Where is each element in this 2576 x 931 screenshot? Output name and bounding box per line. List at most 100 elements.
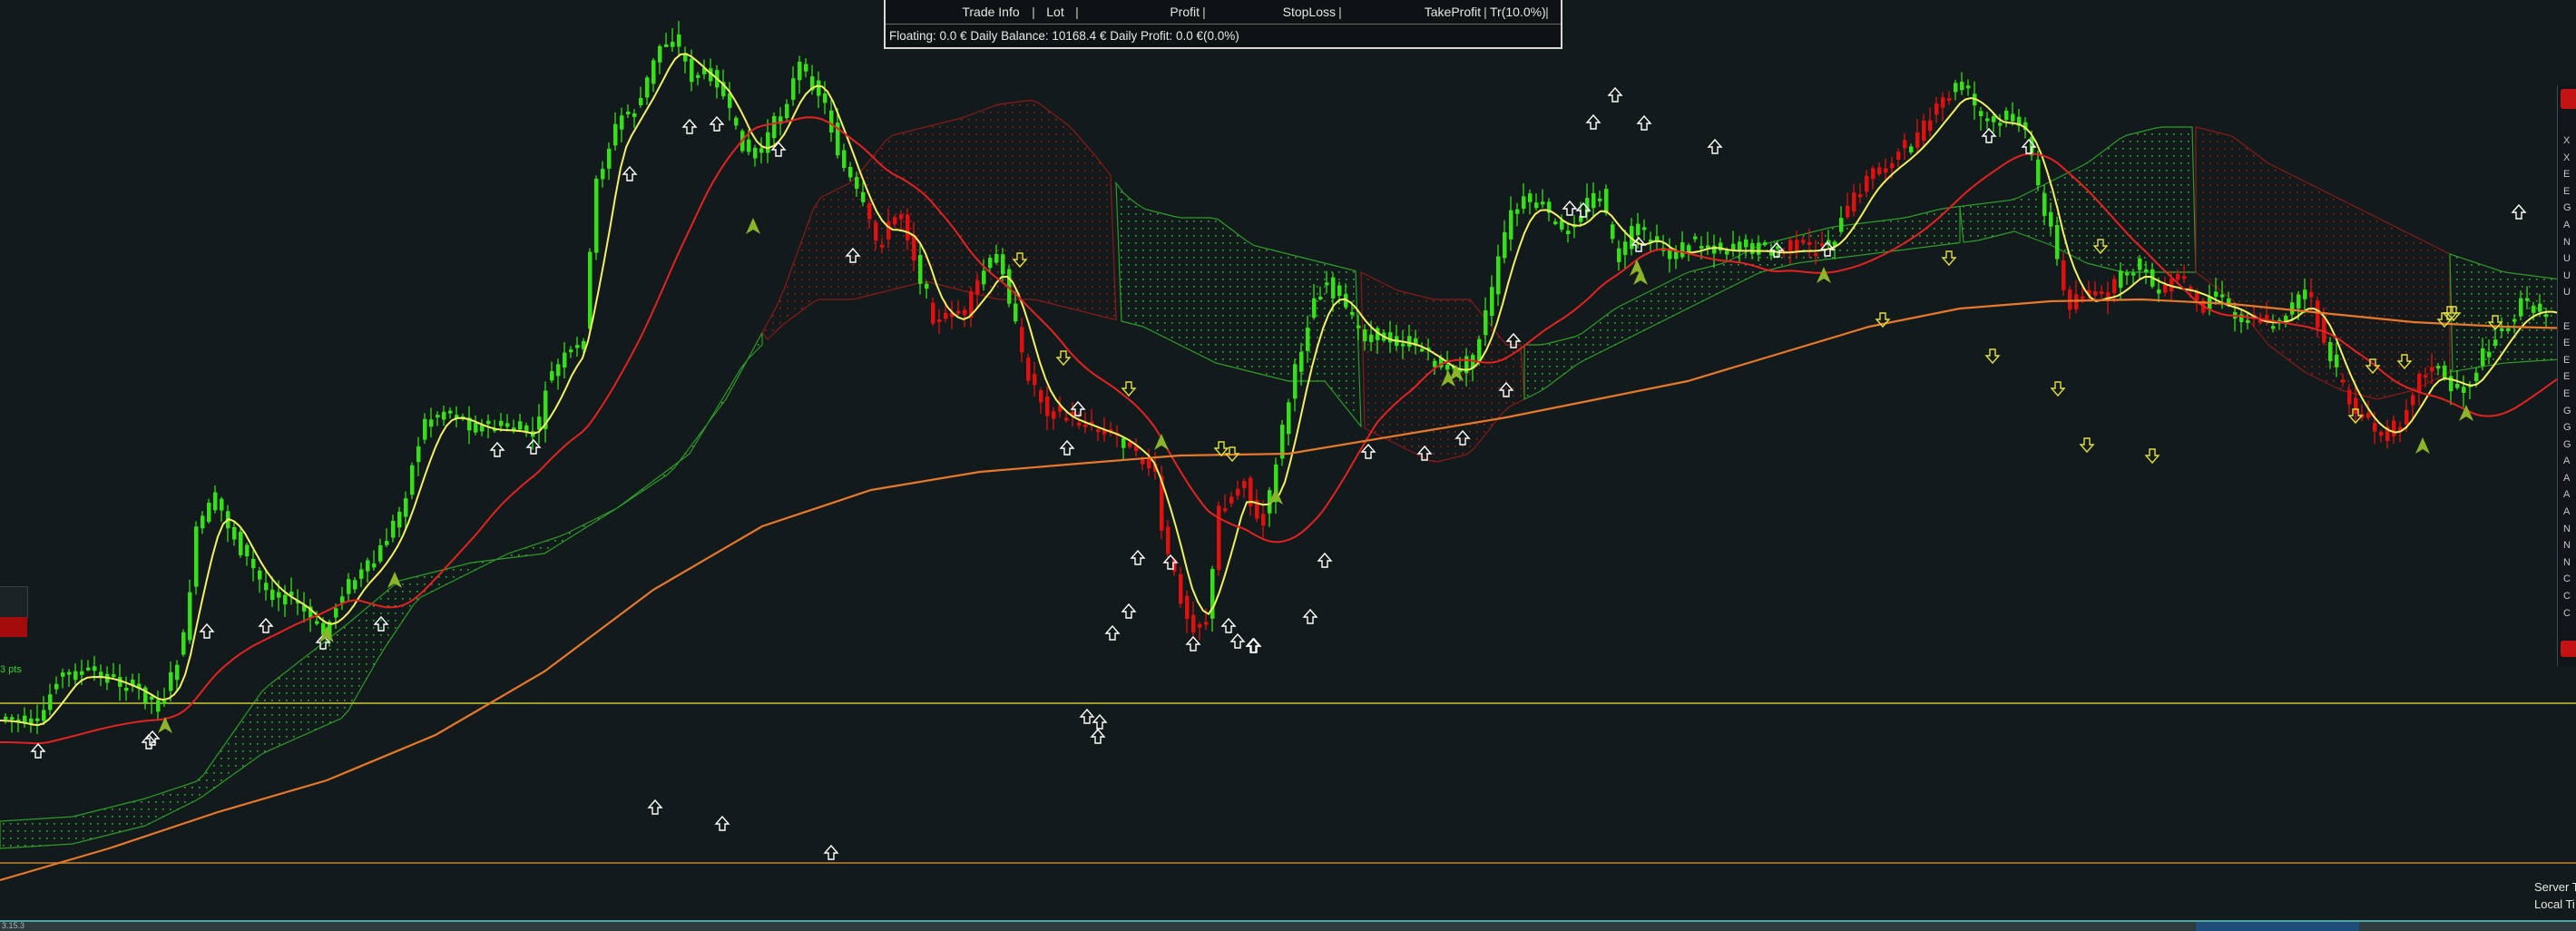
right-symbol-panel[interactable]: X X E E G A N U U U E E E E E G G G A A … [2557, 85, 2576, 666]
buy-arrow-icon [647, 799, 663, 815]
bear-candle [1020, 327, 1024, 353]
bear-candle [1083, 424, 1088, 427]
bull-candle [1725, 250, 1729, 255]
bear-candle [1223, 508, 1228, 512]
bull-candle [1604, 189, 1609, 213]
takeprofit-label: TakeProfit [1424, 5, 1481, 19]
bull-candle [334, 608, 338, 618]
bull-candle [1420, 348, 1425, 352]
bull-candle [2297, 294, 2301, 309]
bull-candle [1509, 210, 1513, 240]
bull-candle [1293, 364, 1298, 399]
bear-candle [1941, 97, 1945, 108]
account-status-row: Floating: 0.0 € Daily Balance: 10168.4 €… [886, 24, 1561, 48]
bear-candle [956, 310, 961, 314]
bear-candle [963, 309, 967, 316]
bull-candle [93, 666, 97, 671]
scrollbar-thumb[interactable] [2196, 922, 2359, 931]
bear-candle [2347, 389, 2352, 405]
bear-candle [944, 312, 948, 319]
bull-candle [1490, 287, 1494, 317]
bull-candle [2011, 113, 2015, 122]
bull-candle [436, 415, 440, 418]
bull-candle [239, 532, 243, 555]
buy-arrow-icon [1607, 86, 1623, 103]
bear-candle [2081, 296, 2085, 299]
bear-candle [1204, 622, 1209, 625]
bull-candle [2443, 365, 2447, 378]
bear-candle [1026, 358, 1031, 381]
bull-candle [2303, 289, 2307, 299]
bull-candle [61, 672, 65, 677]
bear-candle [1858, 194, 1863, 198]
profit-label: Profit [1170, 5, 1200, 19]
bull-candle [2519, 298, 2523, 317]
bear-candle [1261, 514, 1266, 526]
bull-candle [2474, 372, 2479, 382]
bull-candle [2214, 291, 2218, 297]
panel-toggle-button[interactable] [2561, 89, 2576, 109]
separator: | [1484, 5, 1487, 19]
bull-candle [1636, 223, 1641, 236]
left-panel-button[interactable] [0, 586, 28, 619]
bear-candle [2379, 432, 2384, 436]
time-info: Server T Local Ti [2534, 878, 2576, 913]
bear-candle [931, 302, 935, 324]
bull-candle [2119, 270, 2123, 289]
bull-candle [766, 132, 770, 153]
daily-profit-value: Daily Profit: 0.0 €(0.0%) [1110, 29, 1239, 43]
sell-arrow-icon [2050, 381, 2066, 397]
bull-candle [1757, 242, 1761, 255]
bear-candle [1033, 374, 1037, 386]
bull-candle [855, 177, 859, 189]
bull-candle [639, 98, 643, 105]
bull-candle [2328, 342, 2333, 362]
bull-candle [2512, 318, 2517, 322]
bear-candle [1039, 390, 1043, 403]
bull-candle [2493, 339, 2498, 346]
bear-candle [975, 280, 980, 295]
left-panel-sell-button[interactable] [0, 617, 27, 637]
bull-candle [1998, 122, 2003, 126]
bull-candle [690, 58, 694, 83]
bull-candle [2246, 319, 2250, 323]
bear-candle [2074, 294, 2079, 310]
bull-candle [245, 544, 250, 557]
bear-candle [867, 203, 872, 220]
buy-arrow-icon [1121, 603, 1137, 619]
bull-candle [1617, 248, 1621, 262]
bull-candle [1318, 297, 1323, 299]
bull-candle [1966, 85, 1971, 89]
panel-close-button[interactable] [2561, 641, 2576, 657]
bull-candle [2532, 305, 2536, 313]
bull-candle [1674, 251, 1679, 260]
cloud-bullish-segment [0, 332, 763, 849]
bull-candle [2290, 302, 2295, 315]
bear-candle [1229, 496, 1234, 504]
bear-candle [1185, 595, 1190, 620]
buy-arrow-icon [1185, 635, 1201, 652]
bear-candle [2176, 273, 2180, 280]
bull-candle [988, 258, 993, 269]
bull-candle [2131, 272, 2136, 276]
bull-candle [378, 545, 383, 562]
bear-candle [1096, 429, 1101, 433]
buy-arrow-icon [1636, 114, 1652, 131]
signal-arrow-icon [1630, 260, 1644, 276]
bull-candle [645, 77, 650, 98]
bear-candle [912, 235, 916, 261]
horizontal-scrollbar[interactable]: 3.15.3 [0, 920, 2576, 931]
bull-candle [556, 364, 561, 377]
price-chart[interactable] [0, 0, 2576, 931]
bull-candle [1312, 298, 1317, 318]
bull-candle [2544, 314, 2549, 318]
bull-candle [251, 558, 256, 569]
bull-candle [518, 421, 523, 430]
bull-candle [442, 411, 446, 420]
buy-arrow-icon [622, 165, 638, 181]
bear-candle [1852, 192, 1856, 212]
trade-info-panel: Trade Info | Lot | Profit | StopLoss | T… [884, 0, 1562, 49]
bear-candle [2062, 260, 2066, 290]
bull-candle [1477, 338, 1482, 361]
bull-candle [1001, 254, 1005, 275]
